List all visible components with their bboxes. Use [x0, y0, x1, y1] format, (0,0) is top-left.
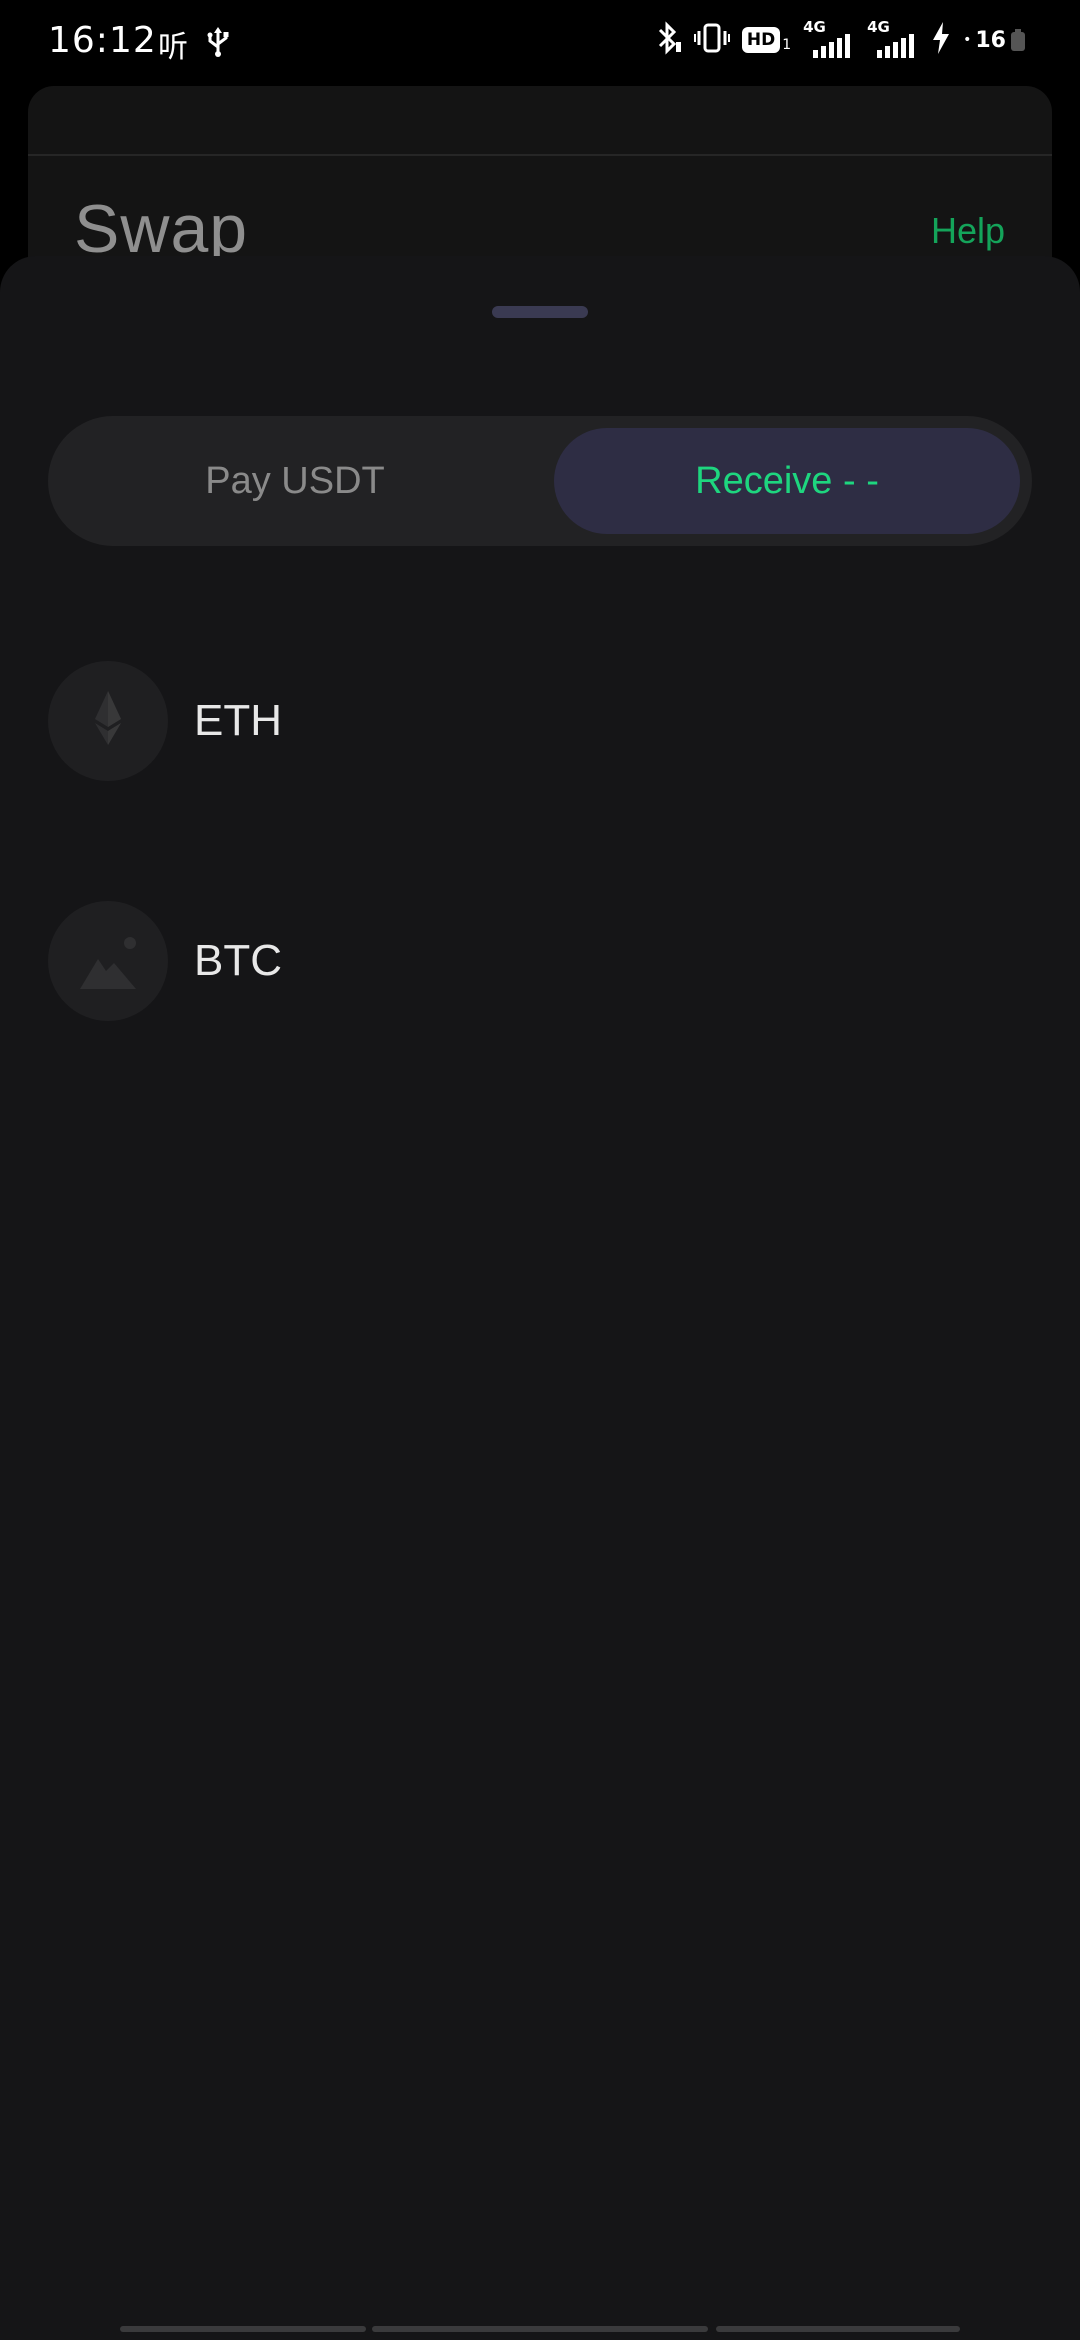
- pay-receive-toggle: Pay USDT Receive - -: [48, 416, 1032, 546]
- nav-indicator-right[interactable]: [716, 2326, 960, 2332]
- nav-indicator-left[interactable]: [120, 2326, 366, 2332]
- asset-item-btc[interactable]: BTC: [48, 896, 1032, 1026]
- sheet-drag-handle[interactable]: [492, 306, 588, 318]
- signal-icon-2: 4G: [867, 20, 919, 60]
- system-nav-bar: [0, 2300, 1080, 2340]
- vibrate-icon: [693, 22, 730, 58]
- status-bar: 16:12 听 HD 1 4G 4G • 16: [0, 0, 1080, 84]
- background-divider: [28, 154, 1052, 156]
- select-asset-sheet: Pay USDT Receive - - ETH BTC: [0, 256, 1080, 2340]
- hd-icon: HD 1: [741, 27, 791, 53]
- battery-icon: • 16: [963, 28, 1026, 53]
- listen-icon: 听: [158, 30, 188, 65]
- tab-receive[interactable]: Receive - -: [554, 428, 1020, 534]
- signal-icon-1: 4G: [803, 20, 855, 60]
- asset-item-eth[interactable]: ETH: [48, 656, 1032, 786]
- bluetooth-icon: [654, 20, 682, 60]
- status-left-icons: 听: [158, 22, 230, 66]
- asset-label: BTC: [194, 936, 282, 985]
- charging-icon: [931, 22, 951, 58]
- tab-pay[interactable]: Pay USDT: [60, 428, 530, 534]
- ethereum-icon: [48, 661, 168, 781]
- usb-icon: [206, 26, 230, 62]
- status-right-icons: HD 1 4G 4G • 16: [654, 20, 1026, 60]
- app-screen: 16:12 听 HD 1 4G 4G • 16 Swap Help Pay US…: [0, 0, 1080, 2340]
- placeholder-image-icon: [48, 901, 168, 1021]
- asset-label: ETH: [194, 696, 282, 745]
- status-time: 16:12: [48, 20, 157, 61]
- nav-indicator-center[interactable]: [372, 2326, 708, 2332]
- help-link[interactable]: Help: [931, 210, 1005, 252]
